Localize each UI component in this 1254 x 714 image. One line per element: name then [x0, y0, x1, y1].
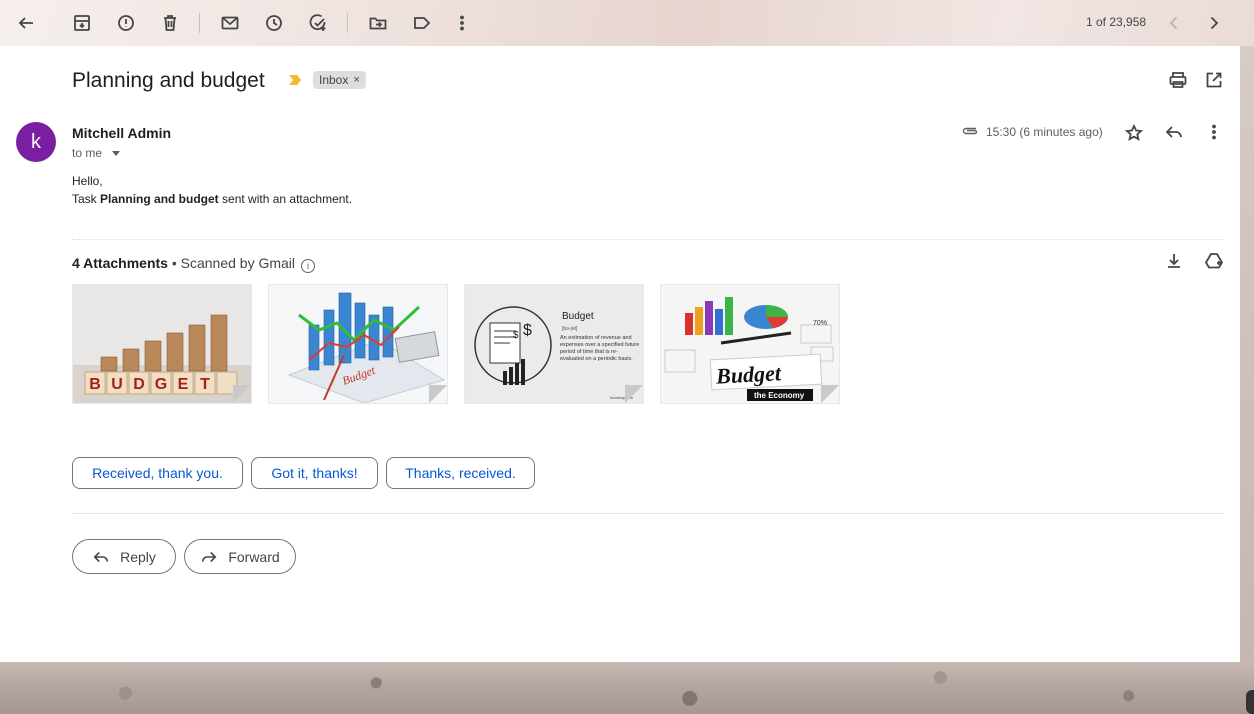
info-icon[interactable]: i	[301, 259, 316, 273]
toolbar: 1 of 23,958	[0, 0, 1254, 46]
scanned-by-gmail: • Scanned by Gmail	[167, 255, 296, 271]
smart-reply-got-it-thanks[interactable]: Got it, thanks!	[251, 457, 378, 489]
thumbnail-fold	[429, 385, 447, 403]
body-prefix: Task	[72, 192, 101, 206]
details-caret-icon[interactable]	[112, 150, 121, 156]
print-icon[interactable]	[1168, 70, 1188, 90]
newer-chevron-icon[interactable]	[1162, 11, 1186, 35]
definition-text: An estimation of revenue and expenses ov…	[560, 335, 640, 362]
attachment-thumbnail-budget-definition[interactable]: $ $ Budget [bə-jət] An estimation of rev…	[464, 284, 644, 404]
blocks-letter: E	[178, 376, 189, 393]
economy-thumb-subtitle: the Economy	[754, 391, 805, 400]
inbox-label-chip: Inbox ×	[313, 71, 366, 89]
reply-button[interactable]: Reply	[72, 539, 176, 574]
budget-blocks-image: B U D G E T	[73, 285, 251, 403]
attachments-divider	[72, 239, 1224, 240]
remove-label-icon[interactable]: ×	[353, 74, 359, 86]
blocks-letter: U	[111, 376, 123, 393]
body-task-name: Planning and budget	[100, 192, 219, 206]
delete-icon[interactable]	[158, 11, 182, 35]
add-task-icon[interactable]	[306, 11, 330, 35]
smart-reply-thanks-received[interactable]: Thanks, received.	[386, 457, 535, 489]
blocks-letter: B	[89, 376, 101, 393]
blocks-letter: T	[200, 376, 210, 393]
message-more-icon[interactable]	[1204, 122, 1224, 142]
svg-text:$: $	[523, 322, 532, 339]
attachments-count: 4 Attachments	[72, 255, 168, 271]
window-corner-indicator	[1246, 690, 1254, 714]
message-body: Hello, Task Planning and budget sent wit…	[72, 172, 352, 208]
forward-button[interactable]: Forward	[184, 539, 296, 574]
mark-unread-icon[interactable]	[218, 11, 242, 35]
thumbnail-fold	[821, 385, 839, 403]
recipient-label: to me	[72, 146, 103, 160]
snooze-icon[interactable]	[262, 11, 286, 35]
importance-marker-icon[interactable]	[288, 74, 302, 86]
forward-button-label: Forward	[228, 548, 280, 565]
sender-name[interactable]: Mitchell Admin	[72, 125, 171, 141]
smart-reply-received-thank-you[interactable]: Received, thank you.	[72, 457, 243, 489]
body-suffix: sent with an attachment.	[218, 192, 353, 206]
actions-divider	[72, 513, 1224, 514]
forward-arrow-icon	[202, 551, 217, 562]
move-to-icon[interactable]	[366, 11, 390, 35]
open-new-window-icon[interactable]	[1204, 70, 1224, 90]
more-vert-icon[interactable]	[450, 11, 474, 35]
attachment-thumbnail-budget-bar-chart[interactable]: Budget	[268, 284, 448, 404]
avatar[interactable]: k	[16, 122, 56, 162]
body-greeting: Hello,	[72, 174, 103, 188]
definition-pronunciation: [bə-jət]	[562, 326, 578, 332]
budget-bar-chart-image: Budget	[269, 285, 447, 403]
reply-button-label: Reply	[120, 548, 156, 565]
download-all-icon[interactable]	[1164, 251, 1184, 271]
archive-icon[interactable]	[70, 11, 94, 35]
budget-definition-image: $ $ Budget [bə-jət] An estimation of rev…	[465, 285, 643, 403]
body-line: Task Planning and budget sent with an at…	[72, 190, 352, 208]
economy-thumb-percent: 70%	[813, 320, 827, 327]
label-icon[interactable]	[410, 11, 434, 35]
economy-thumb-title: Budget	[714, 360, 782, 388]
wallpaper-right	[1240, 46, 1254, 662]
save-to-drive-icon[interactable]	[1204, 251, 1224, 271]
back-arrow-icon[interactable]	[14, 11, 38, 35]
toolbar-separator	[347, 13, 348, 33]
message-timestamp: 15:30 (6 minutes ago)	[986, 125, 1103, 139]
attachments-header: 4 Attachments • Scanned by Gmail i	[72, 255, 316, 273]
svg-text:$: $	[513, 330, 519, 341]
attachment-clip-icon	[962, 127, 978, 135]
label-chip-text: Inbox	[319, 73, 349, 87]
reply-arrow-icon	[93, 551, 109, 562]
blocks-letter: D	[133, 376, 145, 393]
email-subject: Planning and budget	[72, 69, 265, 92]
thumbnail-fold	[625, 385, 643, 403]
older-chevron-icon[interactable]	[1202, 11, 1226, 35]
pager-count: 1 of 23,958	[1086, 15, 1147, 29]
attachment-thumbnail-budget-economy[interactable]: Budget the Economy 70%	[660, 284, 840, 404]
report-spam-icon[interactable]	[114, 11, 138, 35]
attachment-thumbnail-budget-blocks[interactable]: B U D G E T	[72, 284, 252, 404]
recipient-details[interactable]: to me	[72, 146, 121, 160]
blocks-letter: G	[155, 376, 167, 393]
star-icon[interactable]	[1124, 123, 1144, 143]
definition-title: Budget	[562, 311, 594, 322]
budget-economy-image: Budget the Economy 70%	[661, 285, 839, 403]
wallpaper-bottom	[0, 662, 1254, 714]
reply-icon[interactable]	[1164, 122, 1184, 142]
thumbnail-fold	[233, 385, 251, 403]
toolbar-separator	[199, 13, 200, 33]
